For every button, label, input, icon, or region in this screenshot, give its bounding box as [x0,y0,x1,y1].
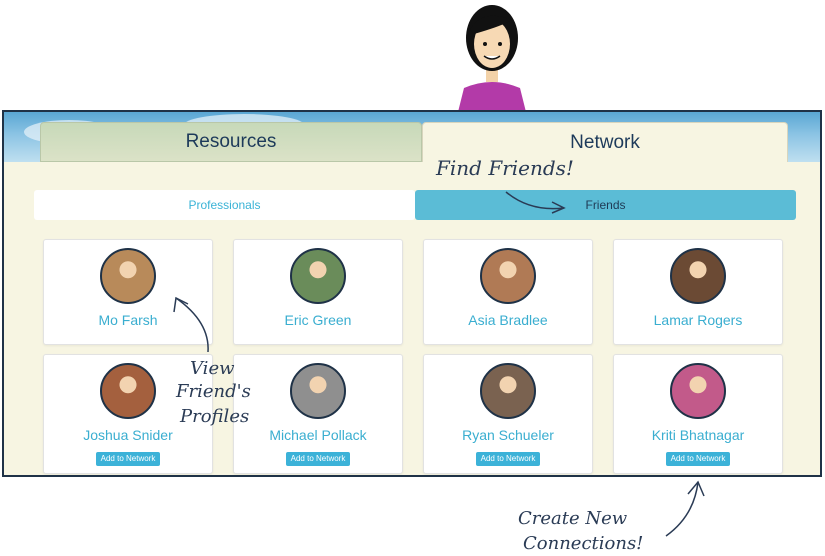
friend-card[interactable]: Kriti Bhatnagar Add to Network [613,354,783,474]
friend-name[interactable]: Eric Green [234,312,402,328]
friend-card[interactable]: Ryan Schueler Add to Network [423,354,593,474]
friend-photo[interactable] [290,248,346,304]
view-profiles-note-line2: Friend's [176,381,251,402]
friend-photo[interactable] [100,363,156,419]
friend-name[interactable]: Kriti Bhatnagar [614,427,782,443]
friend-name[interactable]: Lamar Rogers [614,312,782,328]
friend-card[interactable]: Michael Pollack Add to Network [233,354,403,474]
friend-card[interactable]: Eric Green [233,239,403,345]
arrow-to-friends-icon [505,191,566,214]
view-profiles-note-line1: View [190,358,235,379]
friend-photo[interactable] [480,363,536,419]
subtab-friends[interactable]: Friends [415,190,796,220]
friend-photo[interactable] [670,248,726,304]
friend-name[interactable]: Asia Bradlee [424,312,592,328]
friend-photo[interactable] [480,248,536,304]
add-to-network-button[interactable]: Add to Network [286,452,350,466]
friend-card[interactable]: Lamar Rogers [613,239,783,345]
friend-card[interactable]: Asia Bradlee [423,239,593,345]
add-to-network-button[interactable]: Add to Network [666,452,730,466]
app-frame: Resources Network Professionals Friends … [2,110,822,477]
create-connections-note-line1: Create New [518,508,628,529]
add-to-network-button[interactable]: Add to Network [96,452,160,466]
friend-photo[interactable] [670,363,726,419]
find-friends-note: Find Friends! [436,156,574,180]
friend-photo[interactable] [290,363,346,419]
add-to-network-button[interactable]: Add to Network [476,452,540,466]
friend-name[interactable]: Joshua Snider [44,427,212,443]
friend-photo[interactable] [100,248,156,304]
friend-name[interactable]: Michael Pollack [234,427,402,443]
arrow-to-add-button-icon [665,480,705,537]
arrow-to-profile-icon [173,296,209,353]
create-connections-note-line2: Connections! [523,533,644,554]
subtab-professionals[interactable]: Professionals [34,190,415,220]
friend-name[interactable]: Ryan Schueler [424,427,592,443]
tab-resources[interactable]: Resources [40,122,422,162]
character-illustration [458,5,526,112]
view-profiles-note-line3: Profiles [180,406,250,427]
subtab-bar: Professionals Friends [34,190,796,220]
